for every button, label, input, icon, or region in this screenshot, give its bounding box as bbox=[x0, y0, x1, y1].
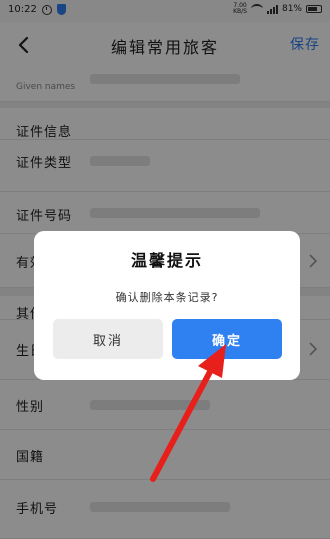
dialog-message: 确认删除本条记录? bbox=[115, 291, 219, 304]
app-screen: 10:22 7.00 KB/S 81% 编辑常用旅客 保存 Given name… bbox=[0, 0, 330, 539]
cancel-button[interactable]: 取消 bbox=[53, 319, 163, 359]
dialog-title: 温馨提示 bbox=[130, 251, 203, 270]
confirm-button[interactable]: 确定 bbox=[172, 319, 282, 359]
confirm-dialog: 温馨提示 确认删除本条记录? 取消 确定 bbox=[34, 231, 300, 380]
